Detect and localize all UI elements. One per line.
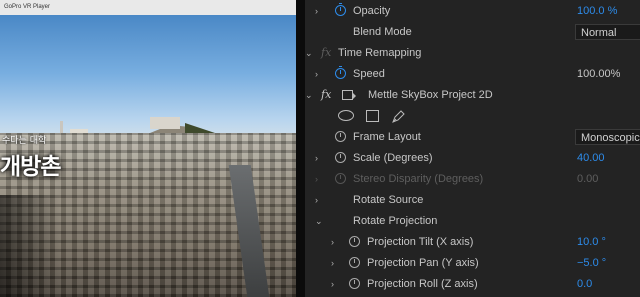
overlay-caption: 개방촌 xyxy=(0,153,61,180)
pane-divider[interactable] xyxy=(296,0,305,297)
opacity-row: › Opacity 100.0 % xyxy=(305,1,640,22)
frame-layout-row: Frame Layout Monoscopic xyxy=(305,127,640,148)
scale-label: Scale (Degrees) xyxy=(353,152,433,164)
projection-roll-row: › Projection Roll (Z axis) 0.0 xyxy=(305,274,640,295)
projection-tilt-value[interactable]: 10.0 ° xyxy=(577,236,606,248)
stereo-disparity-label: Stereo Disparity (Degrees) xyxy=(353,173,484,185)
video-frame[interactable]: 수다는 대학 개방촌 xyxy=(0,15,296,297)
fx-badge-icon[interactable]: fx xyxy=(321,46,331,59)
stopwatch-icon[interactable] xyxy=(349,257,360,268)
rotate-source-row: › Rotate Source xyxy=(305,190,640,211)
rotate-projection-row: ⌄ Rotate Projection xyxy=(305,211,640,232)
blend-mode-value: Normal xyxy=(581,27,617,39)
projection-tilt-row: › Projection Tilt (X axis) 10.0 ° xyxy=(305,232,640,253)
chevron-right-icon[interactable]: › xyxy=(331,279,339,289)
player-title-bar: GoPro VR Player xyxy=(0,0,296,15)
blend-mode-row: Blend Mode Normal xyxy=(305,22,640,43)
rotate-source-label[interactable]: Rotate Source xyxy=(353,194,423,206)
pen-mask-icon[interactable] xyxy=(391,110,405,123)
skybox-label: Mettle SkyBox Project 2D xyxy=(368,89,493,101)
skybox-effect-row: ⌄ fx Mettle SkyBox Project 2D xyxy=(305,85,640,106)
chevron-right-icon[interactable]: › xyxy=(331,258,339,268)
stopwatch-icon[interactable] xyxy=(349,236,360,247)
overlay-caption-small: 수다는 대학 xyxy=(2,136,47,146)
stopwatch-icon[interactable] xyxy=(335,152,346,163)
blend-mode-label: Blend Mode xyxy=(353,26,412,38)
stopwatch-icon[interactable] xyxy=(335,66,346,79)
fx-badge-icon[interactable]: fx xyxy=(321,88,331,101)
mask-tools-row xyxy=(305,106,640,127)
speed-value[interactable]: 100.00% xyxy=(577,68,620,80)
opacity-value[interactable]: 100.0 % xyxy=(577,5,617,17)
time-remapping-label: Time Remapping xyxy=(338,47,422,59)
stopwatch-icon xyxy=(335,173,346,184)
projection-pan-label: Projection Pan (Y axis) xyxy=(367,257,479,269)
shadow xyxy=(0,195,60,297)
blend-mode-dropdown[interactable]: Normal xyxy=(575,24,640,40)
player-window-title: GoPro VR Player xyxy=(4,4,51,10)
frame-layout-dropdown[interactable]: Monoscopic xyxy=(575,129,640,145)
stopwatch-icon[interactable] xyxy=(349,278,360,289)
stopwatch-icon[interactable] xyxy=(335,131,346,142)
chevron-down-icon[interactable]: ⌄ xyxy=(315,216,323,226)
stopwatch-icon[interactable] xyxy=(335,3,346,16)
projection-roll-value[interactable]: 0.0 xyxy=(577,278,592,290)
scale-value[interactable]: 40.00 xyxy=(577,152,605,164)
speed-label: Speed xyxy=(353,68,385,80)
ellipse-mask-icon[interactable] xyxy=(338,110,354,121)
speed-row: › Speed 100.00% xyxy=(305,64,640,85)
projection-pan-row: › Projection Pan (Y axis) −5.0 ° xyxy=(305,253,640,274)
rectangle-mask-icon[interactable] xyxy=(366,110,379,122)
chevron-down-icon[interactable]: ⌄ xyxy=(305,90,313,100)
opacity-label: Opacity xyxy=(353,5,391,17)
projection-tilt-label: Projection Tilt (X axis) xyxy=(367,236,474,248)
frame-layout-value: Monoscopic xyxy=(581,132,640,144)
chevron-down-icon[interactable]: ⌄ xyxy=(305,48,313,58)
chevron-right-icon[interactable]: › xyxy=(315,153,323,163)
vr-player-window: GoPro VR Player 수다는 대학 개방촌 xyxy=(0,0,296,297)
chevron-right-icon[interactable]: › xyxy=(315,6,323,16)
chevron-right-icon[interactable]: › xyxy=(315,195,323,205)
time-remapping-row: ⌄ fx Time Remapping xyxy=(305,43,640,64)
frame-layout-label: Frame Layout xyxy=(353,131,421,143)
scale-row: › Scale (Degrees) 40.00 xyxy=(305,148,640,169)
transform-icon[interactable] xyxy=(342,90,356,100)
chevron-right-icon[interactable]: › xyxy=(331,237,339,247)
projection-roll-label: Projection Roll (Z axis) xyxy=(367,278,478,290)
chevron-right-icon[interactable]: › xyxy=(315,174,323,184)
projection-pan-value[interactable]: −5.0 ° xyxy=(577,257,606,269)
rotate-projection-label[interactable]: Rotate Projection xyxy=(353,215,437,227)
stereo-disparity-value: 0.00 xyxy=(577,173,599,185)
effect-controls-panel: › Opacity 100.0 % Blend Mode Normal ⌄ fx… xyxy=(305,0,640,297)
chevron-right-icon[interactable]: › xyxy=(315,69,323,79)
stereo-disparity-row: › Stereo Disparity (Degrees) 0.00 xyxy=(305,169,640,190)
